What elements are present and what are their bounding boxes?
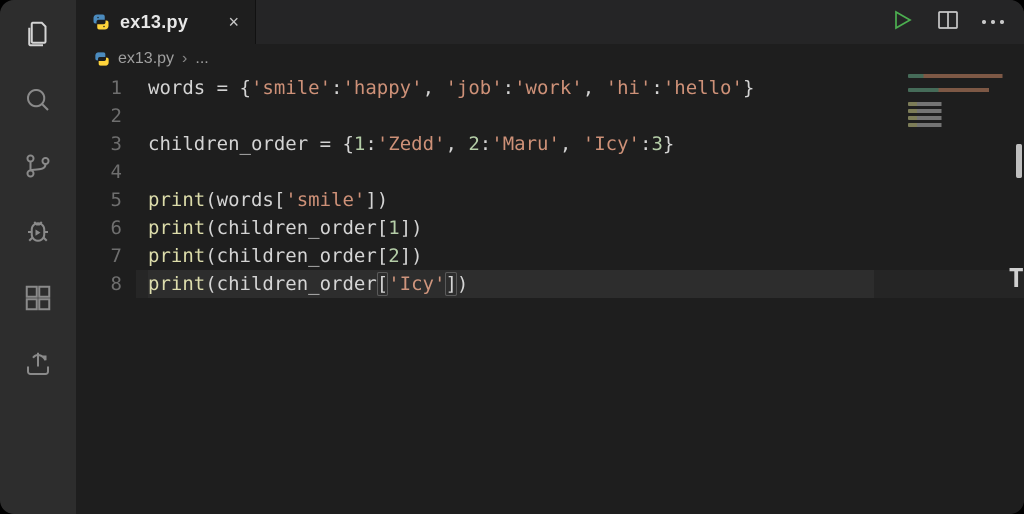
- breadcrumb-separator-icon: ›: [182, 50, 187, 68]
- code-token: (words[: [205, 189, 285, 211]
- code-token: 3: [651, 133, 662, 155]
- code-token: ,: [583, 77, 606, 99]
- code-token: :: [651, 77, 662, 99]
- activity-search[interactable]: [22, 84, 54, 116]
- branch-icon: [23, 151, 53, 181]
- code-token: ]): [445, 273, 468, 295]
- activity-bar: [0, 0, 76, 514]
- editor-actions: [890, 0, 1024, 44]
- code-token: children_order = {: [148, 133, 354, 155]
- code-token: :: [480, 133, 491, 155]
- dot-icon: [1000, 20, 1004, 24]
- code-token: 2: [468, 133, 479, 155]
- search-icon: [23, 85, 53, 115]
- text-editor[interactable]: 12345678 words = {'smile':'happy', 'job'…: [76, 74, 1024, 514]
- code-token: :: [365, 133, 376, 155]
- line-number: 3: [76, 130, 122, 158]
- breadcrumb-file: ex13.py: [118, 50, 174, 68]
- code-token: 'happy': [342, 77, 422, 99]
- code-token: }: [663, 133, 674, 155]
- code-token: :: [503, 77, 514, 99]
- code-token: 'Zedd': [377, 133, 446, 155]
- editor-group: ex13.py × ex13.py › ...: [76, 0, 1024, 514]
- code-token: 'Maru': [491, 133, 560, 155]
- share-icon: [23, 349, 53, 379]
- code-token: ]): [365, 189, 388, 211]
- code-line[interactable]: print(words['smile']): [148, 186, 1024, 214]
- tab-title: ex13.py: [120, 12, 188, 33]
- code-token: (children_order[: [205, 245, 388, 267]
- tab-ex13[interactable]: ex13.py ×: [76, 0, 256, 44]
- vscode-window: ex13.py × ex13.py › ...: [0, 0, 1024, 514]
- dot-icon: [991, 20, 995, 24]
- code-token: (children_order[: [205, 273, 388, 295]
- line-number: 4: [76, 158, 122, 186]
- code-line[interactable]: print(children_order['Icy']): [148, 270, 1024, 298]
- python-icon: [92, 13, 110, 31]
- line-number: 1: [76, 74, 122, 102]
- code-token: :: [640, 133, 651, 155]
- code-token: 1: [354, 133, 365, 155]
- code-line[interactable]: children_order = {1:'Zedd', 2:'Maru', 'I…: [148, 130, 1024, 158]
- files-icon: [23, 19, 53, 49]
- python-icon: [94, 51, 110, 67]
- line-number-gutter: 12345678: [76, 74, 136, 514]
- more-actions-button[interactable]: [982, 20, 1004, 24]
- overview-ruler: T: [1010, 134, 1024, 414]
- code-token: ]): [400, 245, 423, 267]
- code-token: print: [148, 189, 205, 211]
- scroll-indicator: [1016, 144, 1022, 178]
- code-token: ,: [560, 133, 583, 155]
- code-area[interactable]: words = {'smile':'happy', 'job':'work', …: [136, 74, 1024, 514]
- code-line[interactable]: print(children_order[1]): [148, 214, 1024, 242]
- code-token: ,: [445, 133, 468, 155]
- code-line[interactable]: print(children_order[2]): [148, 242, 1024, 270]
- code-token: print: [148, 217, 205, 239]
- code-token: (children_order[: [205, 217, 388, 239]
- line-number: 7: [76, 242, 122, 270]
- code-line[interactable]: [148, 158, 1024, 186]
- code-token: }: [743, 77, 754, 99]
- code-token: 'hi': [606, 77, 652, 99]
- code-token: print: [148, 273, 205, 295]
- line-number: 2: [76, 102, 122, 130]
- code-token: 'job': [445, 77, 502, 99]
- code-token: 'smile': [251, 77, 331, 99]
- code-token: print: [148, 245, 205, 267]
- code-token: 'Icy': [388, 273, 445, 295]
- breadcrumb-tail: ...: [195, 50, 208, 68]
- tab-close-icon[interactable]: ×: [228, 13, 239, 31]
- code-token: 1: [388, 217, 399, 239]
- code-token: ]): [400, 217, 423, 239]
- bug-icon: [23, 217, 53, 247]
- code-line[interactable]: words = {'smile':'happy', 'job':'work', …: [148, 74, 1024, 102]
- breadcrumb[interactable]: ex13.py › ...: [76, 44, 1024, 74]
- activity-scm[interactable]: [22, 150, 54, 182]
- run-button[interactable]: [890, 8, 914, 37]
- code-token: 2: [388, 245, 399, 267]
- code-token: ,: [423, 77, 446, 99]
- code-token: 'smile': [285, 189, 365, 211]
- line-number: 5: [76, 186, 122, 214]
- edit-marker-icon: T: [1008, 266, 1024, 292]
- code-token: 'work': [514, 77, 583, 99]
- split-icon: [936, 8, 960, 32]
- code-line[interactable]: [148, 102, 1024, 130]
- play-icon: [890, 8, 914, 32]
- code-token: 'Icy': [583, 133, 640, 155]
- tab-bar: ex13.py ×: [76, 0, 1024, 44]
- activity-explorer[interactable]: [22, 18, 54, 50]
- activity-debug[interactable]: [22, 216, 54, 248]
- line-number: 8: [76, 270, 122, 298]
- activity-extensions[interactable]: [22, 282, 54, 314]
- extensions-icon: [23, 283, 53, 313]
- code-token: 'hello': [663, 77, 743, 99]
- dot-icon: [982, 20, 986, 24]
- line-number: 6: [76, 214, 122, 242]
- code-token: :: [331, 77, 342, 99]
- activity-liveshare[interactable]: [22, 348, 54, 380]
- split-editor-button[interactable]: [936, 8, 960, 37]
- code-token: words = {: [148, 77, 251, 99]
